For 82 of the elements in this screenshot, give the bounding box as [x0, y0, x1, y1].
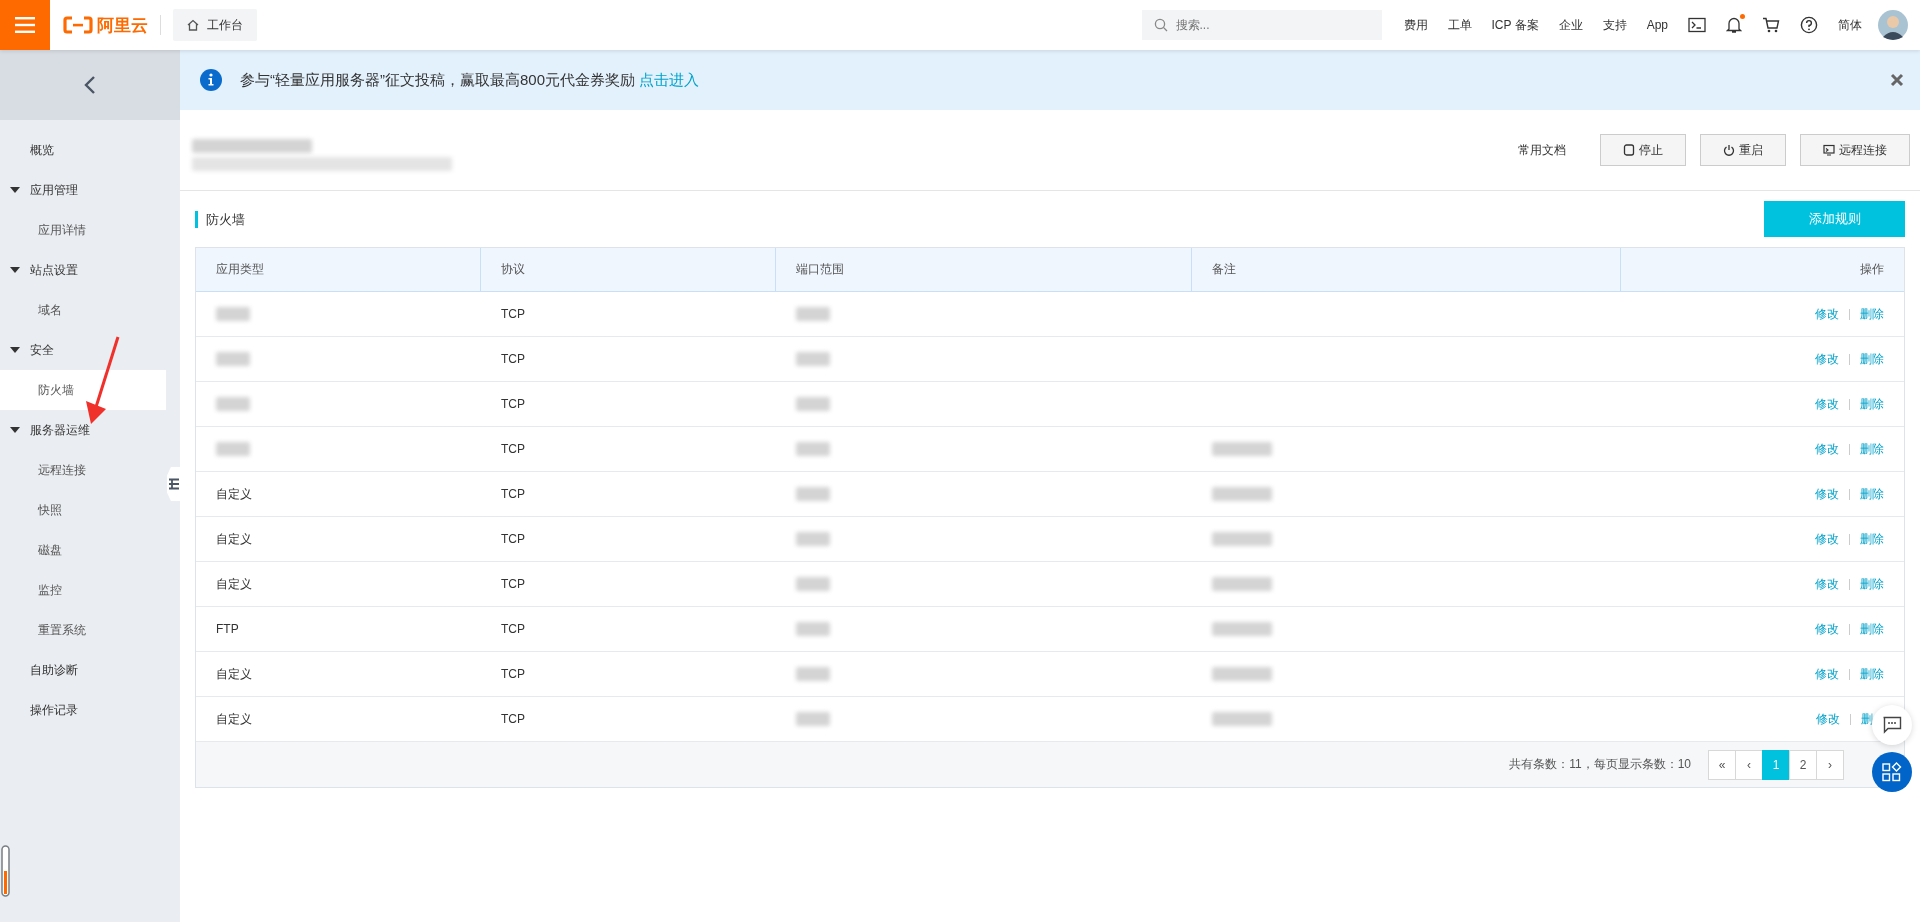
- info-icon: [200, 69, 222, 91]
- help-icon[interactable]: [1800, 16, 1818, 34]
- sidebar-item[interactable]: 快照: [0, 490, 166, 530]
- column-header: 备注: [1212, 261, 1236, 278]
- avatar[interactable]: [1878, 10, 1908, 40]
- restart-button[interactable]: 重启: [1700, 134, 1786, 166]
- notification-bell-icon[interactable]: [1726, 16, 1742, 34]
- chat-bubble-icon: [1882, 716, 1902, 734]
- sidebar-item[interactable]: 防火墙: [0, 370, 166, 410]
- top-nav-link[interactable]: 工单: [1447, 16, 1472, 34]
- sidebar-item[interactable]: 远程连接: [0, 450, 166, 490]
- sidebar-item[interactable]: 域名: [0, 290, 166, 330]
- sidebar-item[interactable]: 概览: [0, 130, 166, 170]
- table-cell: TCP: [501, 712, 525, 726]
- table-cell: TCP: [501, 442, 525, 456]
- column-header: 协议: [501, 261, 525, 278]
- table-cell: TCP: [501, 532, 525, 546]
- apps-grid-icon: [1882, 762, 1902, 782]
- search-icon: [1153, 18, 1168, 32]
- caret-icon: [10, 187, 20, 193]
- table-cell: TCP: [501, 487, 525, 501]
- sidebar-item[interactable]: 操作记录: [0, 690, 166, 730]
- page-button[interactable]: ›: [1816, 749, 1844, 780]
- banner-text: 参与“轻量应用服务器”征文投稿，赢取最高800元代金券奖励 点击进入: [240, 70, 700, 90]
- table-cell: 自定义: [216, 710, 252, 728]
- top-nav-link[interactable]: 费用: [1403, 16, 1428, 34]
- logo-icon: [63, 16, 93, 34]
- chat-button[interactable]: [1872, 705, 1912, 745]
- workbench-button[interactable]: 工作台: [173, 9, 257, 41]
- top-nav-link[interactable]: 支持: [1602, 16, 1627, 34]
- table-cell: 自定义: [216, 665, 252, 683]
- sidebar-item[interactable]: 服务器运维: [0, 410, 166, 450]
- sidebar-item[interactable]: 安全: [0, 330, 166, 370]
- caret-icon: [10, 347, 20, 353]
- list-icon: [168, 478, 179, 490]
- section-title: 防火墙: [195, 210, 245, 228]
- caret-icon: [10, 267, 20, 273]
- caret-icon: [10, 427, 20, 433]
- table-cell: 自定义: [216, 530, 252, 548]
- power-icon: [1723, 144, 1735, 156]
- top-nav-link[interactable]: 企业: [1558, 16, 1583, 34]
- sidebar-item[interactable]: 应用详情: [0, 210, 166, 250]
- monitor-icon: [1823, 144, 1835, 156]
- table-cell: TCP: [501, 307, 525, 321]
- pagination-summary: 共有条数：11，每页显示条数：10: [1509, 756, 1691, 773]
- table-cell: 自定义: [216, 485, 252, 503]
- table-cell: 自定义: [216, 575, 252, 593]
- top-nav-link[interactable]: App: [1646, 18, 1668, 32]
- column-header: 应用类型: [216, 261, 264, 278]
- terminal-icon[interactable]: [1688, 17, 1706, 33]
- menu-icon: [15, 17, 35, 33]
- page-button[interactable]: 2: [1789, 749, 1817, 780]
- sidebar-item[interactable]: 自助诊断: [0, 650, 166, 690]
- table-cell: TCP: [501, 352, 525, 366]
- sidebar-item[interactable]: 应用管理: [0, 170, 166, 210]
- language-link[interactable]: 简体: [1838, 16, 1862, 34]
- docs-link[interactable]: 常用文档: [1518, 141, 1566, 159]
- remote-connect-button[interactable]: 远程连接: [1800, 134, 1910, 166]
- close-icon[interactable]: [1890, 73, 1904, 87]
- sidebar-item[interactable]: 站点设置: [0, 250, 166, 290]
- page-button[interactable]: «: [1708, 749, 1736, 780]
- table-cell: TCP: [501, 397, 525, 411]
- sidebar-item[interactable]: 监控: [0, 570, 166, 610]
- top-nav-link[interactable]: ICP 备案: [1491, 16, 1539, 34]
- table-cell: FTP: [216, 622, 239, 636]
- apps-button[interactable]: [1872, 752, 1912, 792]
- rounded-square-icon: [1623, 144, 1635, 156]
- table-cell: TCP: [501, 667, 525, 681]
- table-cell: TCP: [501, 577, 525, 591]
- sidebar-item[interactable]: 磁盘: [0, 530, 166, 570]
- home-icon: [187, 19, 199, 31]
- column-header: 操作: [1860, 261, 1884, 278]
- search-field[interactable]: 搜索...: [1141, 10, 1382, 40]
- page-button[interactable]: ‹: [1735, 749, 1763, 780]
- stop-button[interactable]: 停止: [1600, 134, 1686, 166]
- column-header: 端口范围: [796, 261, 844, 278]
- gauge-icon: [1, 845, 10, 897]
- sidebar-toggle-handle[interactable]: [167, 467, 180, 501]
- table-cell: TCP: [501, 622, 525, 636]
- cart-icon[interactable]: [1762, 17, 1780, 33]
- menu-button[interactable]: [0, 0, 50, 50]
- sidebar-item[interactable]: 重置系统: [0, 610, 166, 650]
